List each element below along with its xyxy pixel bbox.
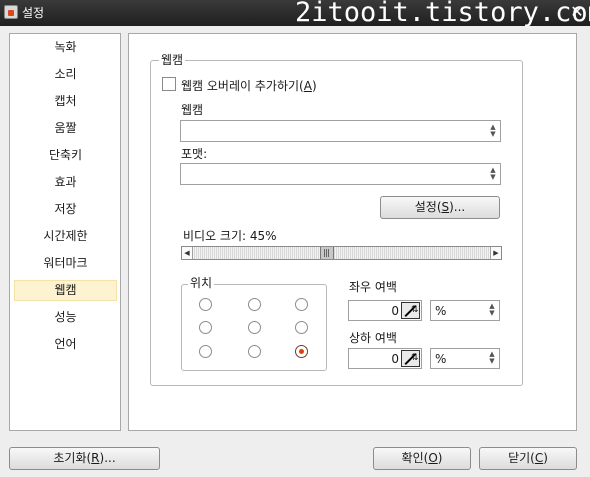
sidebar-item-effects[interactable]: 효과 <box>14 172 117 193</box>
sidebar-item-save[interactable]: 저장 <box>14 199 117 220</box>
position-radio-top-left[interactable] <box>199 298 212 311</box>
horizontal-margin-input[interactable]: 0 <box>348 300 422 321</box>
position-radio-top-right[interactable] <box>295 298 308 311</box>
spin-arrows-icon: ▲ ▼ <box>489 350 495 365</box>
close-icon[interactable]: ✕ <box>566 2 588 22</box>
position-radio-middle-left[interactable] <box>199 321 212 334</box>
vertical-margin-unit: % <box>435 352 447 366</box>
sidebar-item-time-limit[interactable]: 시간제한 <box>14 226 117 247</box>
format-label: 포맷: <box>181 147 208 161</box>
reset-button[interactable]: 초기화(R)... <box>9 447 160 470</box>
sidebar-item-shortcuts[interactable]: 단축키 <box>14 145 117 166</box>
slider-track[interactable] <box>194 247 489 259</box>
webcam-settings-panel: 웹캠 웹캠 오버레이 추가하기(A) 웹캠 ▲ ▼ 포맷: ▲ ▼ 설정(S)...… <box>128 33 577 431</box>
sidebar-item-language[interactable]: 언어 <box>14 334 117 355</box>
sidebar-item-gif[interactable]: 움짤 <box>14 118 117 139</box>
vertical-margin-value: 0 <box>391 352 399 366</box>
vertical-margin-label: 상하 여백 <box>349 331 397 345</box>
slider-right-arrow-icon[interactable]: ▶ <box>490 247 501 259</box>
position-group-title: 위치 <box>188 274 215 291</box>
position-radio-bottom-center[interactable] <box>248 345 261 358</box>
settings-sidebar: 녹화 소리 캡처 움짤 단축키 효과 저장 시간제한 워터마크 웹캠 성능 언어 <box>9 33 121 431</box>
app-icon <box>4 5 18 19</box>
sidebar-item-watermark[interactable]: 워터마크 <box>14 253 117 274</box>
spin-arrows-icon: ▲ ▼ <box>490 166 496 181</box>
spin-arrows-icon: ▲ ▼ <box>490 123 496 138</box>
sidebar-item-performance[interactable]: 성능 <box>14 307 117 328</box>
position-radio-middle-center[interactable] <box>248 321 261 334</box>
horizontal-margin-unit: % <box>435 304 447 318</box>
slider-thumb[interactable] <box>320 247 334 259</box>
position-radio-bottom-left[interactable] <box>199 345 212 358</box>
video-size-slider[interactable]: ◀ ▶ <box>181 246 502 260</box>
overlay-checkbox[interactable] <box>162 77 176 91</box>
webcam-select[interactable]: ▲ ▼ <box>180 120 501 142</box>
spin-arrows-icon: ▲ ▼ <box>489 302 495 317</box>
horizontal-margin-value: 0 <box>391 304 399 318</box>
vertical-margin-unit-select[interactable]: % ▲ ▼ <box>430 348 500 369</box>
numeric-spin-icon[interactable] <box>401 350 420 367</box>
vertical-margin-input[interactable]: 0 <box>348 348 422 369</box>
position-radio-top-center[interactable] <box>248 298 261 311</box>
horizontal-margin-unit-select[interactable]: % ▲ ▼ <box>430 300 500 321</box>
ok-button[interactable]: 확인(O) <box>373 447 471 470</box>
window-title: 설정 <box>22 6 45 20</box>
sidebar-item-capture[interactable]: 캡처 <box>14 91 117 112</box>
close-button[interactable]: 닫기(C) <box>479 447 577 470</box>
webcam-settings-button[interactable]: 설정(S)... <box>380 196 500 219</box>
video-size-label: 비디오 크기: 45% <box>183 229 277 243</box>
webcam-label: 웹캠 <box>181 103 204 117</box>
watermark-text: 2itooit.tistory.com <box>295 0 590 28</box>
sidebar-item-webcam[interactable]: 웹캠 <box>14 280 117 301</box>
slider-left-arrow-icon[interactable]: ◀ <box>182 247 193 259</box>
position-radio-bottom-right[interactable] <box>295 345 308 358</box>
position-radio-middle-right[interactable] <box>295 321 308 334</box>
sidebar-item-sound[interactable]: 소리 <box>14 64 117 85</box>
overlay-checkbox-label[interactable]: 웹캠 오버레이 추가하기(A) <box>181 77 317 94</box>
numeric-spin-icon[interactable] <box>401 302 420 319</box>
title-bar: 설정 2itooit.tistory.com ✕ <box>0 0 590 28</box>
webcam-group-title: 웹캠 <box>159 51 186 68</box>
sidebar-item-record[interactable]: 녹화 <box>14 37 117 58</box>
horizontal-margin-label: 좌우 여백 <box>349 280 397 294</box>
format-select[interactable]: ▲ ▼ <box>180 163 501 185</box>
